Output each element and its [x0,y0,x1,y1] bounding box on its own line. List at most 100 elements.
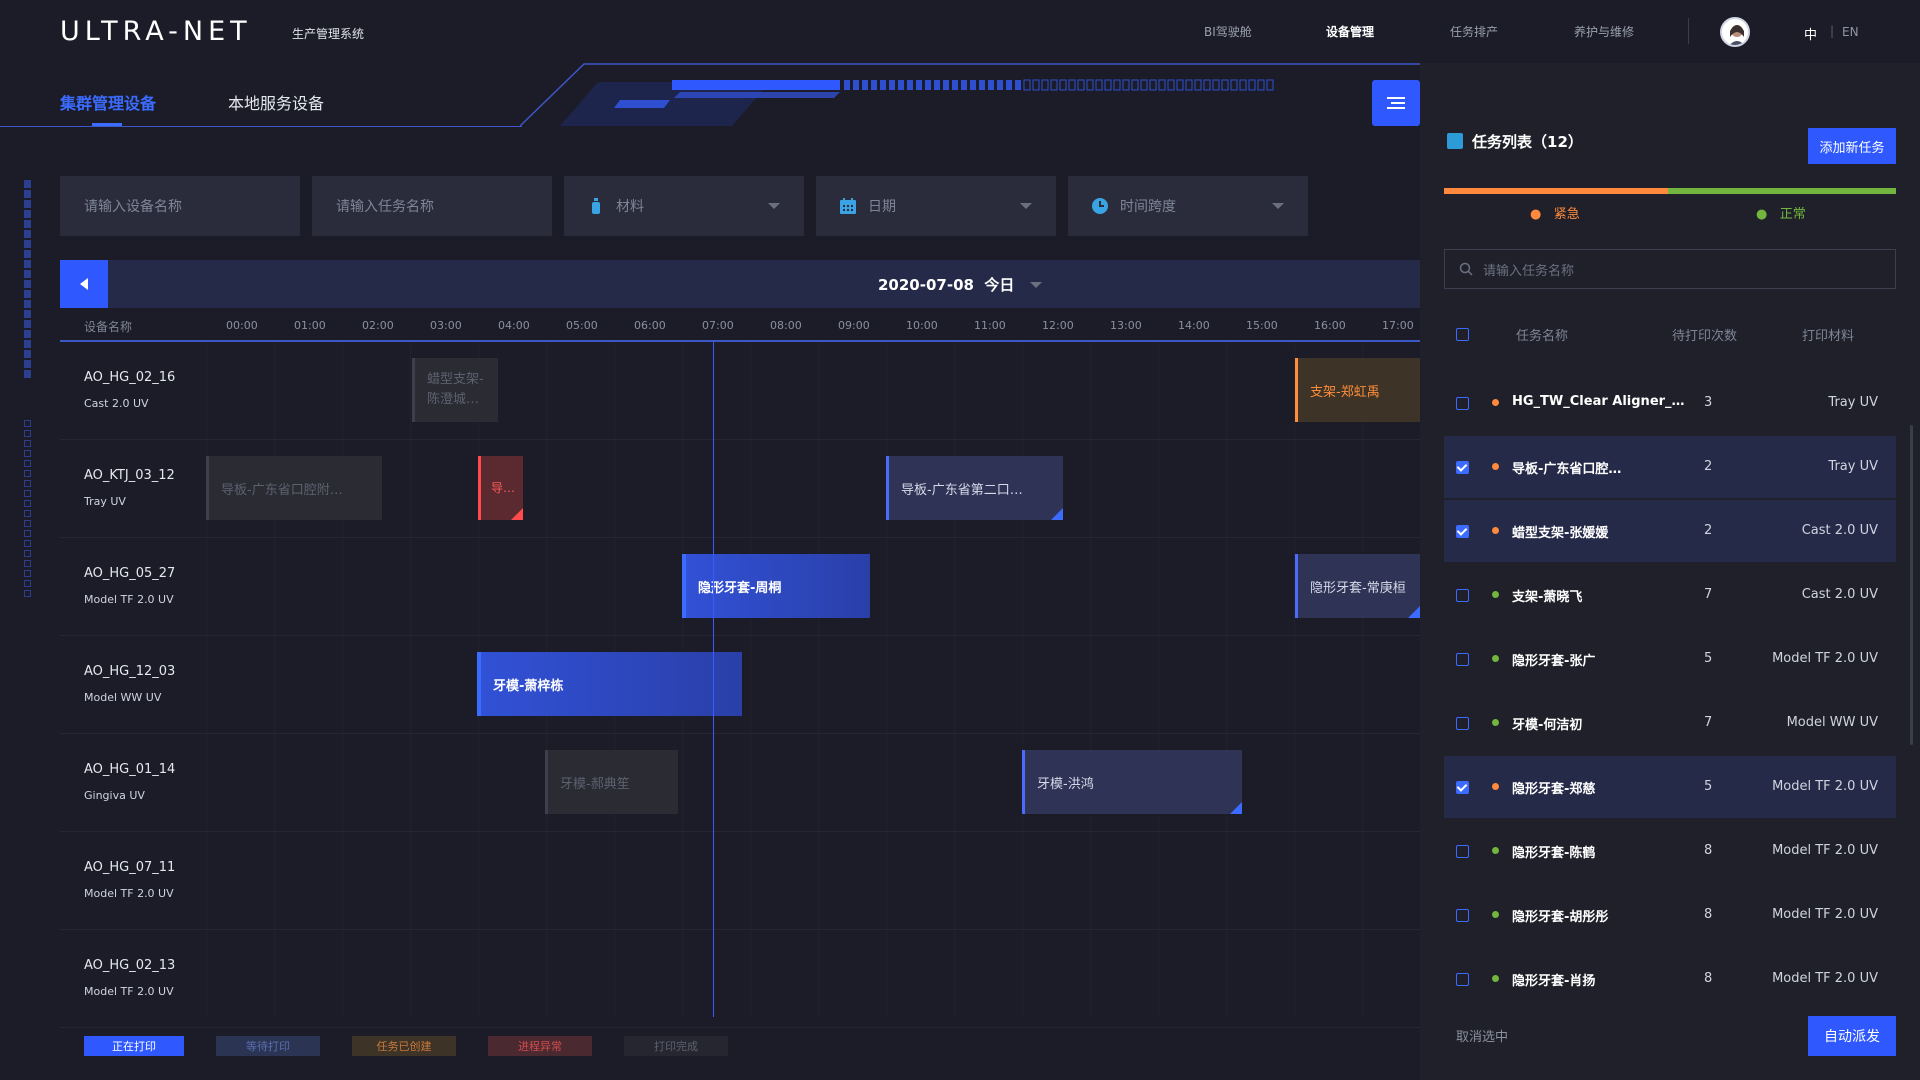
material-select-label: 材料 [616,199,644,215]
task-list-row[interactable]: 支架-萧晓飞 7 Cast 2.0 UV [1444,564,1896,626]
cancel-selection-button[interactable]: 取消选中 [1456,1026,1508,1045]
priority-dot [1492,527,1499,534]
hour-label: 00:00 [226,319,258,332]
task-bar[interactable]: 牙模-郝典笙 [545,750,678,814]
device-type: Model TF 2.0 UV [84,887,174,900]
hour-label: 07:00 [702,319,734,332]
device-type: Gingiva UV [84,789,145,802]
tab-cluster-devices[interactable]: 集群管理设备 [60,90,156,114]
nav-device-management[interactable]: 设备管理 [1326,23,1374,40]
material-select[interactable]: 材料 [564,176,804,236]
hour-label: 16:00 [1314,319,1346,332]
row-checkbox[interactable] [1456,781,1469,794]
task-bar[interactable]: 导板-广东省第二口… [886,456,1063,520]
row-checkbox[interactable] [1456,589,1469,602]
row-checkbox[interactable] [1456,461,1469,474]
row-checkbox[interactable] [1456,397,1469,410]
task-bar[interactable]: 隐形牙套-周桐 [682,554,870,618]
task-list-row[interactable]: 蜡型支架-张媛媛 2 Cast 2.0 UV [1444,500,1896,562]
device-name: AO_HG_02_16 [84,370,176,385]
timespan-select[interactable]: 时间跨度 [1068,176,1308,236]
priority-dot [1492,975,1499,982]
device-name: AO_KTJ_03_12 [84,468,175,483]
date-prev-button[interactable] [60,260,108,308]
task-list-row[interactable]: 隐形牙套-肖扬 8 Model TF 2.0 UV [1444,948,1896,1010]
lang-zh-button[interactable]: 中 [1804,24,1817,43]
task-name-input[interactable]: 请输入任务名称 [312,176,552,236]
device-row [60,930,1420,1028]
row-checkbox[interactable] [1456,653,1469,666]
current-time-line [713,342,714,1017]
hour-label: 11:00 [974,319,1006,332]
task-list-scrollbar[interactable] [1910,425,1913,745]
task-list-row[interactable]: 隐形牙套-胡彤彤 8 Model TF 2.0 UV [1444,884,1896,946]
date-select[interactable]: 日期 [816,176,1056,236]
device-name: AO_HG_01_14 [84,762,176,777]
legend-waiting: 等待打印 [216,1036,320,1056]
task-list-row[interactable]: 隐形牙套-陈鹤 8 Model TF 2.0 UV [1444,820,1896,882]
chevron-down-icon[interactable] [1030,282,1042,288]
task-list-row[interactable]: 隐形牙套-郑慈 5 Model TF 2.0 UV [1444,756,1896,818]
task-name: 蜡型支架-张媛媛 [1512,526,1609,541]
print-material: Cast 2.0 UV [1801,523,1878,538]
print-material: Model TF 2.0 UV [1772,971,1878,986]
nav-bi-cockpit[interactable]: BI驾驶舱 [1204,23,1252,40]
row-checkbox[interactable] [1456,717,1469,730]
task-search-placeholder: 请输入任务名称 [1483,263,1575,279]
lang-en-button[interactable]: EN [1842,25,1859,39]
device-name: AO_HG_12_03 [84,664,176,679]
row-checkbox[interactable] [1456,525,1469,538]
task-bar[interactable]: 导板-广东省口腔附… [206,456,382,520]
task-search-input[interactable]: 请输入任务名称 [1444,249,1896,289]
device-name-input[interactable]: 请输入设备名称 [60,176,300,236]
urgent-legend: ● 紧急 [1530,207,1580,222]
task-list-row[interactable]: 导板-广东省口腔… 2 Tray UV [1444,436,1896,498]
hour-label: 06:00 [634,319,666,332]
current-date-value: 2020-07-08 [878,276,974,294]
nav-maintenance[interactable]: 养护与维修 [1574,23,1634,40]
print-material: Cast 2.0 UV [1801,587,1878,602]
add-task-button[interactable]: 添加新任务 [1808,128,1896,164]
nav-divider [1688,18,1689,44]
nav-task-scheduling[interactable]: 任务排产 [1450,23,1498,40]
task-name-placeholder: 请输入任务名称 [336,199,434,215]
task-bar[interactable]: 牙模-萧梓栋 [477,652,742,716]
chevron-down-icon [1272,203,1284,209]
priority-dot [1492,911,1499,918]
tab-local-devices[interactable]: 本地服务设备 [228,90,324,114]
hour-label: 13:00 [1110,319,1142,332]
user-avatar[interactable] [1720,17,1750,47]
task-name: 隐形牙套-肖扬 [1512,974,1596,989]
task-bar[interactable]: 蜡型支架-陈澄城… [412,358,498,422]
lang-separator: | [1830,24,1835,38]
task-bar[interactable]: 支架-郑虹禹 [1295,358,1420,422]
select-all-checkbox[interactable] [1456,328,1469,341]
auto-dispatch-button[interactable]: 自动派发 [1808,1016,1896,1056]
current-date[interactable]: 2020-07-08 今日 [878,274,1014,295]
task-bar[interactable]: 隐形牙套-常庚桓 [1295,554,1420,618]
task-list-row[interactable]: 隐形牙套-张广 5 Model TF 2.0 UV [1444,628,1896,690]
legend-done: 打印完成 [624,1036,728,1056]
row-checkbox[interactable] [1456,909,1469,922]
row-checkbox[interactable] [1456,973,1469,986]
search-icon [1459,262,1473,276]
device-type: Model WW UV [84,691,162,704]
menu-toggle-button[interactable] [1372,80,1420,126]
calendar-icon [840,198,856,214]
task-bar[interactable]: 导… [478,456,523,520]
print-material: Model WW UV [1786,715,1878,730]
task-list-title: 任务列表（12） [1472,133,1583,151]
task-list-row[interactable]: HG_TW_Clear Aligner_… 3 Tray UV [1444,372,1896,434]
normal-legend: ● 正常 [1756,207,1806,222]
tab-baseline [0,126,522,127]
hour-label: 05:00 [566,319,598,332]
task-list-row[interactable]: 牙模-何洁初 7 Model WW UV [1444,692,1896,754]
row-checkbox[interactable] [1456,845,1469,858]
task-name: HG_TW_Clear Aligner_… [1512,394,1685,409]
priority-dot [1492,719,1499,726]
device-type: Model TF 2.0 UV [84,593,174,606]
print-material: Model TF 2.0 UV [1772,843,1878,858]
task-bar[interactable]: 牙模-洪鸿 [1022,750,1242,814]
left-decoration-solid [24,180,32,380]
device-name-placeholder: 请输入设备名称 [84,199,182,215]
